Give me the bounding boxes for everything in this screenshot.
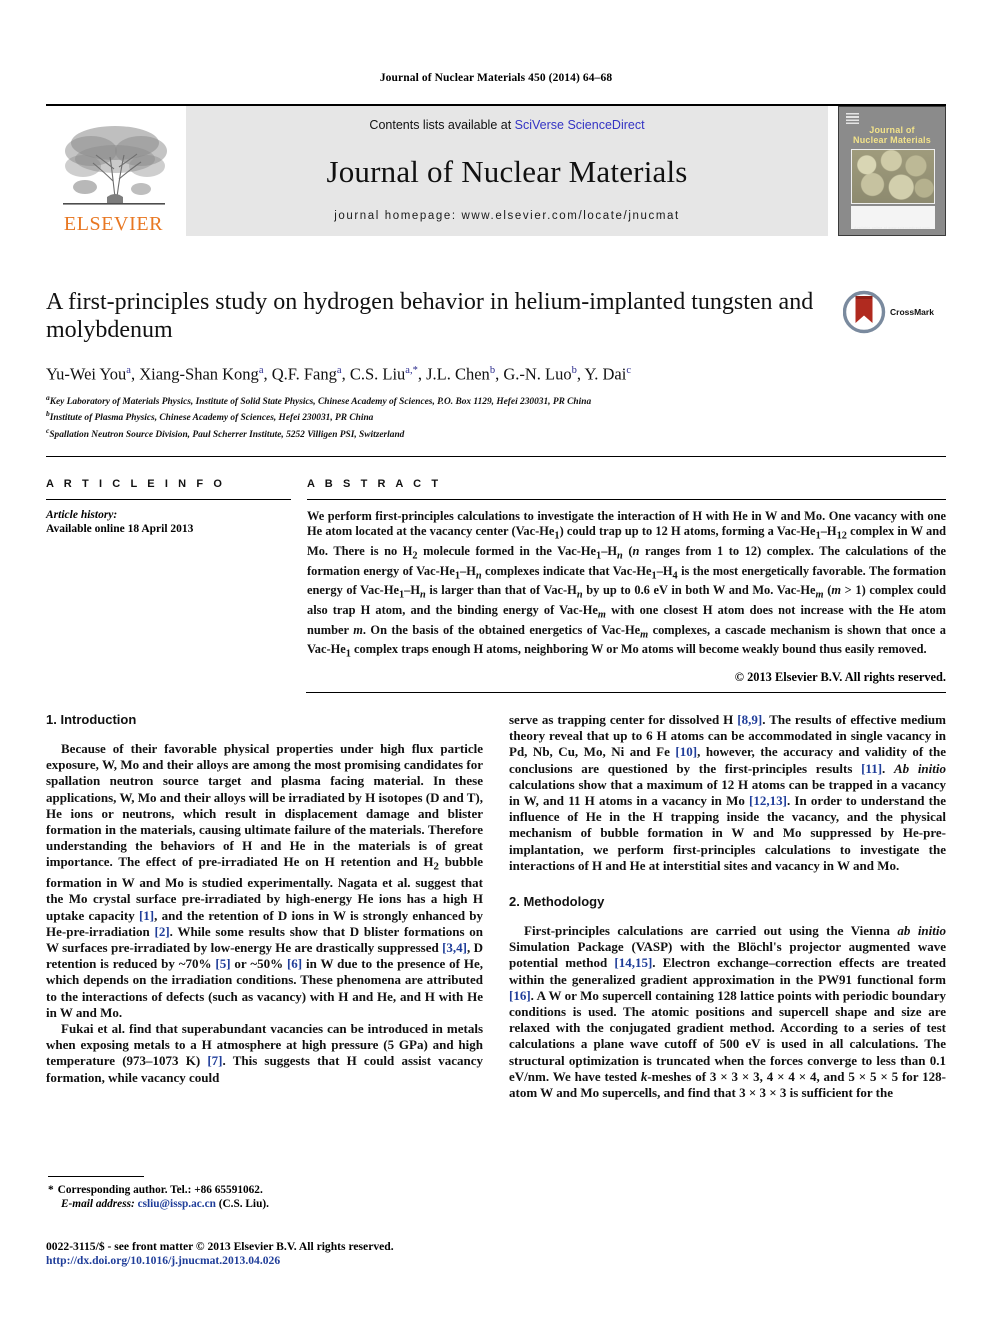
elsevier-wordmark: ELSEVIER [63, 213, 164, 235]
paragraph: Because of their favorable physical prop… [46, 741, 484, 1020]
paragraph: Fukai et al. find that superabundant vac… [46, 1021, 483, 1085]
cover-elsevier-icon [846, 113, 859, 124]
journal-title: Journal of Nuclear Materials [326, 153, 688, 189]
cover-title: Journal of Nuclear Materials [839, 125, 945, 145]
doi-link[interactable]: http://dx.doi.org/10.1016/j.jnucmat.2013… [46, 1254, 546, 1268]
journal-banner: Contents lists available at SciVerse Sci… [186, 106, 828, 236]
journal-cover-thumbnail: Journal of Nuclear Materials Available o… [838, 106, 946, 236]
affiliation-item: aKey Laboratory of Materials Physics, In… [46, 392, 836, 409]
footnote-marker: * [48, 1184, 54, 1196]
abstract-copyright: © 2013 Elsevier B.V. All rights reserved… [734, 669, 946, 684]
email-label: E-mail address: [61, 1197, 135, 1210]
affiliation-item: bInstitute of Plasma Physics, Chinese Ac… [46, 408, 836, 425]
corresponding-author-note: * Corresponding author. Tel.: +86 6559106… [48, 1184, 478, 1211]
issn-copyright-line: 0022-3115/$ - see front matter © 2013 El… [46, 1240, 394, 1253]
title-block: A first-principles study on hydrogen beh… [46, 288, 836, 442]
abstract-heading: A B S T R A C T [307, 478, 442, 490]
abstract-divider [307, 499, 946, 500]
footnote-line-2: E-mail address: csliu@issp.ac.cn (C.S. L… [48, 1198, 478, 1212]
contents-prefix: Contents lists available at [369, 118, 515, 132]
cover-title-line2: Nuclear Materials [853, 135, 931, 145]
crossmark-icon [843, 290, 886, 334]
email-owner: (C.S. Liu). [218, 1197, 269, 1210]
article-history-value: Available online 18 April 2013 [46, 523, 194, 535]
sciencedirect-link[interactable]: SciVerse ScienceDirect [515, 118, 645, 132]
contents-available-line: Contents lists available at SciVerse Sci… [369, 118, 644, 132]
paper-page: Journal of Nuclear Materials 450 (2014) … [0, 0, 992, 1323]
divider-above-abstract [46, 456, 946, 457]
page-footer: 0022-3115/$ - see front matter © 2013 El… [46, 1240, 546, 1269]
section-title-methodology: 2. Methodology [509, 894, 605, 910]
abstract-column: A B S T R A C T We perform first-princip… [307, 478, 946, 685]
article-info-heading: A R T I C L E I N F O [46, 478, 226, 490]
cover-title-line1: Journal of [869, 125, 915, 135]
journal-masthead: ELSEVIER Contents lists available at Sci… [46, 104, 946, 236]
article-info-column: A R T I C L E I N F O Article history: A… [46, 478, 291, 685]
paper-title: A first-principles study on hydrogen beh… [46, 289, 814, 343]
article-history-label: Article history: [46, 509, 118, 521]
affiliation-item: cSpallation Neutron Source Division, Pau… [46, 425, 836, 442]
footnote-divider [48, 1176, 144, 1177]
affiliation-text: Key Laboratory of Materials Physics, Ins… [49, 396, 592, 407]
elsevier-logo: ELSEVIER [46, 106, 181, 236]
cover-photo [851, 149, 935, 204]
paragraph: serve as trapping center for dissolved H… [509, 712, 946, 873]
journal-homepage-link[interactable]: journal homepage: www.elsevier.com/locat… [334, 210, 680, 222]
cover-footer-text: Available online at www.sciencedirect.co… [854, 226, 930, 230]
article-info-divider [46, 499, 291, 500]
affiliation-list: aKey Laboratory of Materials Physics, In… [46, 392, 836, 442]
divider-below-abstract [306, 692, 946, 693]
article-body: 1. Introduction Because of their favorab… [46, 712, 946, 1101]
abstract-text: We perform first-principles calculations… [307, 509, 947, 660]
affiliation-text: Spallation Neutron Source Division, Paul… [49, 430, 405, 441]
footnote-line-1: * Corresponding author. Tel.: +86 6559106… [48, 1184, 478, 1198]
email-link[interactable]: csliu@issp.ac.cn [138, 1198, 216, 1210]
author-list: Yu-Wei Youa, Xiang-Shan Konga, Q.F. Fang… [46, 364, 632, 384]
corresponding-author-text: Corresponding author. Tel.: +86 65591062… [57, 1184, 263, 1196]
article-history: Article history: Available online 18 Apr… [46, 508, 291, 536]
section-title-introduction: 1. Introduction [46, 712, 137, 727]
running-head: Journal of Nuclear Materials 450 (2014) … [379, 72, 613, 84]
paragraph: First-principles calculations are carrie… [509, 923, 947, 1101]
crossmark-label: CrossMark [890, 307, 934, 317]
crossmark-badge[interactable]: CrossMark [843, 286, 943, 338]
elsevier-tree-icon [62, 126, 167, 205]
body-column-right: serve as trapping center for dissolved H… [509, 712, 946, 1101]
body-column-left: 1. Introduction Because of their favorab… [46, 712, 483, 1101]
affiliation-text: Institute of Plasma Physics, Chinese Aca… [49, 413, 374, 424]
section-headings-row: A R T I C L E I N F O Article history: A… [46, 478, 946, 685]
info-abstract-region: A R T I C L E I N F O Article history: A… [46, 478, 946, 685]
